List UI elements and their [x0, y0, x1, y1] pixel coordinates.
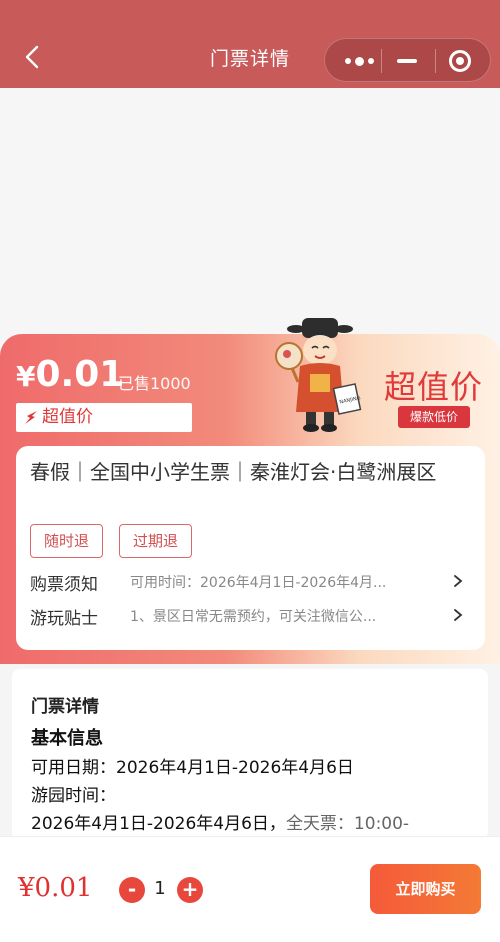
basic-info-heading: 基本信息 — [31, 728, 103, 749]
total-price: ¥0.01 — [18, 873, 93, 903]
promo-badge: 爆款低价 — [398, 406, 470, 428]
chevron-right-icon — [454, 609, 463, 621]
purchase-notice-row[interactable]: 购票须知 可用时间：2026年4月1日-2026年4月... — [30, 570, 470, 595]
buy-now-button[interactable]: 立即购买 — [370, 864, 481, 914]
detail-heading: 门票详情 — [31, 697, 99, 717]
mini-program-capsule — [324, 38, 491, 82]
currency-symbol: ¥ — [16, 360, 36, 393]
minimize-icon[interactable] — [397, 59, 417, 63]
refund-expired-tag: 过期退 — [119, 524, 193, 558]
ticket-title: 春假｜全国中小学生票｜秦淮灯会·白鹭洲展区 — [30, 460, 437, 484]
available-dates: 可用日期：2026年4月1日-2026年4月6日 — [31, 758, 354, 778]
promo-title: 超值价 — [384, 368, 484, 406]
capsule-divider — [381, 49, 382, 73]
value-price-tag-label: 超值价 — [42, 407, 93, 427]
quantity-value: 1 — [154, 878, 166, 899]
park-time-dates: 2026年4月1日-2026年4月6日， — [31, 814, 286, 834]
banner-image-area — [0, 88, 500, 348]
purchase-notice-label: 购票须知 — [30, 575, 98, 595]
increase-quantity-button[interactable]: + — [177, 877, 203, 903]
more-icon[interactable] — [339, 48, 379, 74]
park-time-value: 2026年4月1日-2026年4月6日，全天票：10:00- — [31, 809, 409, 834]
ticket-info-card: 春假｜全国中小学生票｜秦淮灯会·白鹭洲展区 随时退 过期退 购票须知 可用时间：… — [16, 446, 485, 650]
ticket-detail-card: 门票详情 基本信息 可用日期：2026年4月1日-2026年4月6日 游园时间：… — [12, 669, 488, 839]
mascot-illustration: NANJING — [275, 318, 362, 432]
price-value: 0.01 — [35, 354, 125, 395]
park-time-label: 游园时间： — [31, 786, 116, 806]
play-tips-value: 1、景区日常无需预约，可关注微信公... — [130, 609, 377, 625]
play-tips-row[interactable]: 游玩贴士 1、景区日常无需预约，可关注微信公... — [30, 604, 470, 629]
chevron-right-icon — [454, 575, 463, 587]
decrease-quantity-button[interactable]: - — [119, 877, 145, 903]
nav-bar: 门票详情 — [0, 0, 500, 88]
purchase-notice-value: 可用时间：2026年4月1日-2026年4月... — [130, 575, 387, 591]
close-mini-program-icon[interactable] — [449, 50, 471, 72]
park-time-hours: 全天票：10:00- — [285, 814, 410, 834]
play-tips-label: 游玩贴士 — [30, 609, 98, 629]
lightning-icon — [25, 411, 37, 424]
value-price-tag: 超值价 — [16, 403, 192, 432]
sold-count: 已售1000 — [118, 374, 191, 393]
capsule-divider — [435, 49, 436, 73]
ticket-price: ¥0.01 — [16, 354, 124, 395]
refund-anytime-tag: 随时退 — [30, 524, 104, 558]
